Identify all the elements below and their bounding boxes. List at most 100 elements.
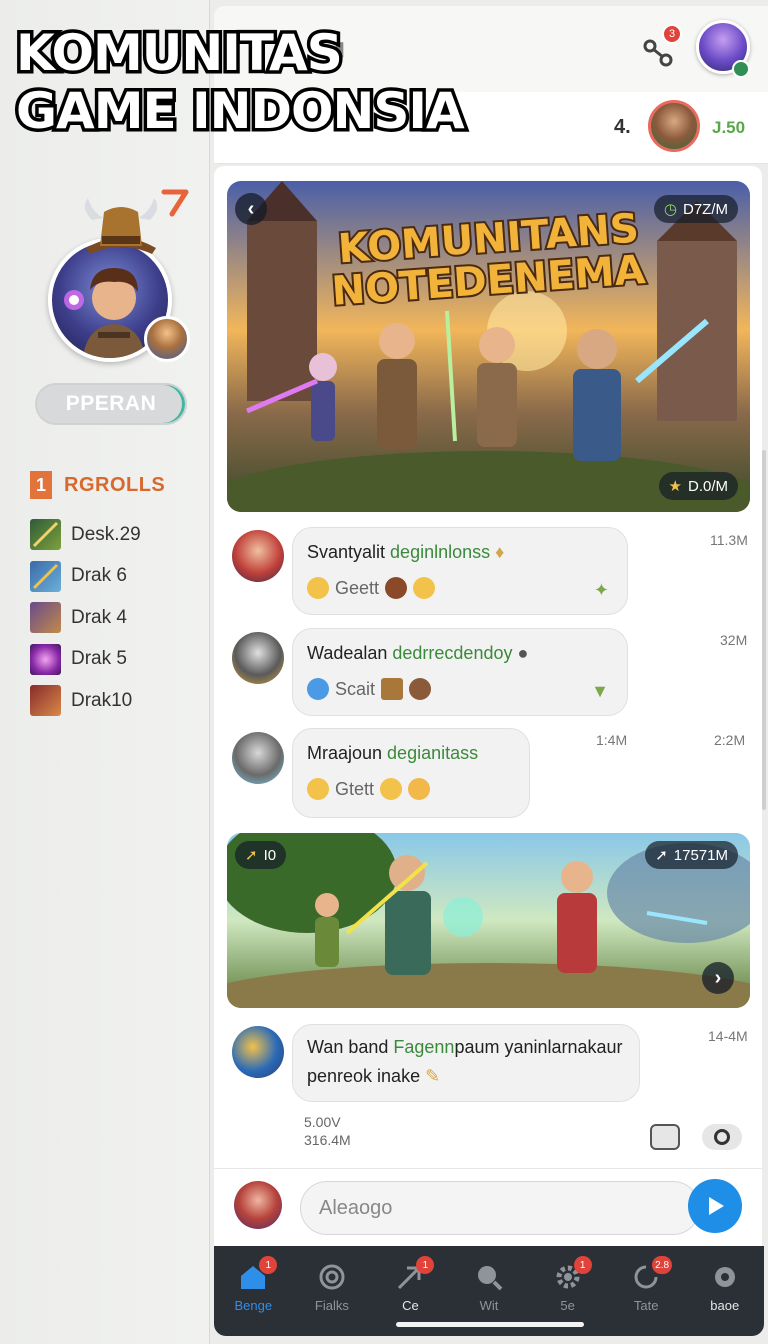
nav-badge: 1 (573, 1256, 592, 1274)
emoji-cookie-icon[interactable] (409, 678, 432, 700)
message-text-highlight: deginlnlonss (390, 542, 491, 562)
next-icon[interactable]: › (702, 962, 734, 994)
back-icon[interactable]: ‹ (235, 193, 267, 225)
nav-item-home[interactable]: 1 Benge (214, 1246, 293, 1336)
banner-top-badge: ◷ D7Z/M (653, 195, 738, 223)
reaction-row: Scait (307, 678, 613, 700)
reaction-row: Gtett (307, 778, 515, 800)
message-input[interactable] (300, 1181, 700, 1235)
chat-feed[interactable]: KOMUNITANS NOTEDENEMA ‹ ◷ D7Z/M ★ D.0/M … (214, 166, 762, 1168)
sidebar: PPERAN 1 RGROLLS Desk.29 Drak 6 Drak 4 D… (0, 0, 210, 1344)
emoji-surprised-icon[interactable] (307, 577, 329, 599)
star-icon: ★ (668, 478, 682, 495)
sword-icon (30, 519, 61, 551)
message-text-highlight: Fagenn (393, 1037, 455, 1057)
message-time: 14-4M (708, 1028, 748, 1044)
emoji-worried-icon[interactable] (413, 577, 436, 599)
rank-list: Desk.29 Drak 6 Drak 4 Drak 5 Drak10 (30, 514, 141, 722)
leaf-icon: ✎ (425, 1066, 441, 1086)
at-icon (319, 1264, 345, 1290)
rank-item-drak-6[interactable]: Drak 6 (30, 556, 141, 598)
nav-label: Fialks (314, 1298, 349, 1313)
secondary-avatar[interactable] (144, 316, 190, 362)
message-bubble[interactable]: Svantyalit deginlnlonss ♦ Geett ✦ (292, 527, 628, 615)
message-bubble[interactable]: Wan band Fagennpaum yaninlarnakaur penre… (292, 1024, 640, 1102)
secondary-banner[interactable]: ➚ I0 ➚ 17571M › (227, 833, 750, 1008)
emoji-sweat-icon[interactable] (408, 778, 431, 800)
emoji-worried-icon[interactable] (380, 778, 403, 800)
rank-item-desk[interactable]: Desk.29 (30, 514, 141, 556)
leaf-icon[interactable]: ✦ (594, 580, 609, 601)
nav-label: Wit (479, 1298, 499, 1313)
message-time-secondary: 1:4M (596, 732, 628, 748)
overlay-title-line1: KOMUNITAS (13, 21, 347, 86)
message-composer (214, 1168, 762, 1246)
banner2-left-badge-text: I0 (263, 846, 277, 864)
message-text-rest: paum yaninlarnakaur (454, 1037, 623, 1057)
banner2-right-badge-text: 17571M (673, 846, 728, 864)
featured-banner[interactable]: KOMUNITANS NOTEDENEMA ‹ ◷ D7Z/M ★ D.0/M (227, 181, 750, 512)
message-text-line2: penreok inake ✎ (307, 1066, 625, 1087)
scrollbar[interactable] (762, 450, 766, 810)
message-meta-2: 316.4M (304, 1132, 351, 1148)
overlay-title: KOMUNITAS GAME INDONSIA (13, 21, 469, 144)
message-time: 32M (720, 632, 748, 648)
emoji-surprised-icon[interactable] (307, 778, 329, 800)
nav-item-base[interactable]: baoe (685, 1246, 764, 1336)
bell-icon: ♦ (495, 542, 505, 562)
nav-item-trade[interactable]: 2.8 Tate (607, 1246, 686, 1336)
magic-icon (30, 643, 61, 675)
message-avatar[interactable] (232, 530, 284, 582)
message-time: 2:2M (714, 732, 746, 748)
message-avatar[interactable] (232, 632, 284, 684)
rank-item-drak-10[interactable]: Drak10 (30, 680, 141, 722)
hat-icon (84, 198, 158, 254)
nav-label: Ce (402, 1298, 419, 1313)
leaf-icon[interactable]: ▼ (591, 681, 609, 702)
rank-item-label: Drak 6 (71, 565, 127, 587)
home-indicator (396, 1322, 584, 1327)
message-text-main: Wan band (307, 1037, 394, 1057)
reaction-label: Geett (335, 577, 380, 598)
emoji-blue-icon[interactable] (307, 678, 329, 700)
notification-badge: 3 (662, 24, 682, 44)
send-icon (709, 1197, 724, 1215)
message-text-second: penreok inake (307, 1066, 421, 1086)
clock-icon: ◷ (663, 201, 677, 218)
arrow-icon: ➚ (245, 847, 258, 864)
banner-bottom-badge-text: D.0/M (687, 477, 728, 495)
rank-item-label: Desk.29 (71, 523, 141, 545)
emoji-box-icon[interactable] (381, 678, 404, 700)
cog-icon (714, 1267, 735, 1287)
message-avatar[interactable] (232, 732, 284, 784)
rank-arrow-icon (161, 189, 189, 217)
emoji-chocolate-icon[interactable] (385, 577, 408, 599)
member-avatar[interactable] (648, 100, 700, 152)
nav-badge: 1 (259, 1256, 278, 1274)
message-bubble[interactable]: Wadealan dedrrecdendoy ● Scait ▼ (292, 628, 628, 716)
role-button[interactable]: PPERAN (35, 383, 187, 425)
search-icon (478, 1266, 503, 1291)
banner-bottom-badge: ★ D.0/M (658, 472, 738, 500)
nav-label: baoe (710, 1298, 740, 1313)
message-text: Svantyalit deginlnlonss ♦ (307, 542, 613, 563)
camera-icon[interactable] (702, 1124, 742, 1150)
warrior-icon (30, 602, 61, 634)
member-count: 4. (614, 116, 631, 138)
composer-avatar[interactable] (234, 1181, 282, 1229)
rank-item-drak-4[interactable]: Drak 4 (30, 597, 141, 639)
banner-top-badge-text: D7Z/M (683, 200, 728, 218)
arrow-icon: ➚ (655, 847, 668, 864)
message-text-line1: Wan band Fagennpaum yaninlarnakaur (307, 1037, 625, 1058)
message-avatar[interactable] (232, 1026, 284, 1078)
nav-badge: 2.8 (652, 1256, 673, 1274)
send-button[interactable] (688, 1179, 742, 1233)
message-bubble[interactable]: Mraajoun degianitass Gtett (292, 728, 530, 818)
online-status-icon (732, 60, 750, 78)
gallery-icon[interactable] (650, 1124, 680, 1150)
nav-badge: 1 (416, 1256, 435, 1274)
rank-item-drak-5[interactable]: Drak 5 (30, 639, 141, 681)
message-text-main: Mraajoun (307, 743, 388, 763)
rank-item-label: Drak10 (71, 689, 133, 711)
nav-item-friends[interactable]: Fialks (293, 1246, 372, 1336)
